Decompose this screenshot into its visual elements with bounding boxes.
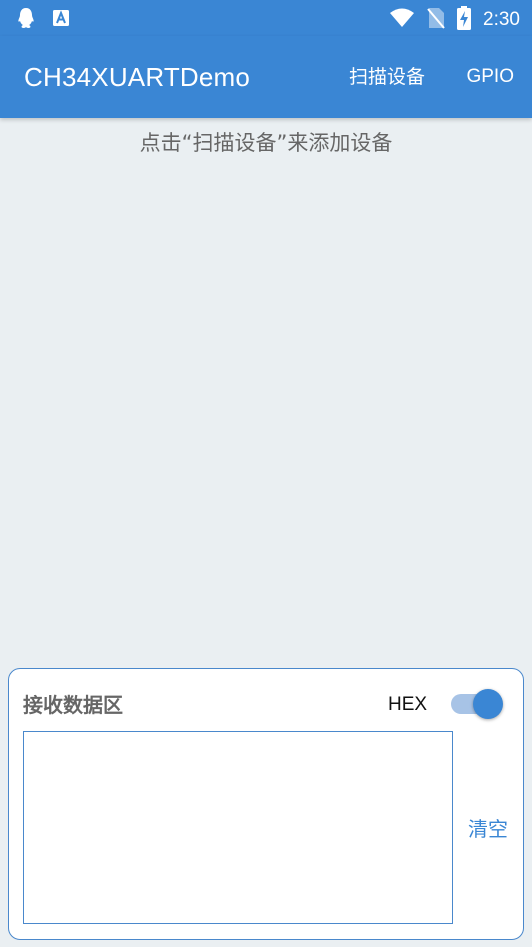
receive-panel-title: 接收数据区 bbox=[23, 693, 123, 717]
receive-data-area[interactable] bbox=[23, 731, 453, 924]
qq-notification-icon bbox=[16, 7, 36, 33]
gpio-button[interactable]: GPIO bbox=[466, 63, 514, 91]
status-bar-time: 2:30 bbox=[483, 9, 520, 30]
receive-panel: 接收数据区 HEX 清空 bbox=[8, 668, 524, 940]
no-sim-icon bbox=[427, 7, 445, 33]
scan-devices-button[interactable]: 扫描设备 bbox=[349, 63, 425, 91]
status-bar-left-icons bbox=[16, 7, 70, 33]
hex-label: HEX bbox=[388, 694, 428, 715]
hex-toggle[interactable] bbox=[451, 689, 505, 719]
text-a-icon bbox=[52, 9, 70, 31]
status-bar-right-icons: 2:30 bbox=[389, 6, 520, 34]
wifi-icon bbox=[389, 8, 415, 32]
battery-charging-icon bbox=[457, 6, 472, 34]
empty-device-hint: 点击“扫描设备”来添加设备 bbox=[139, 131, 393, 155]
app-bar: CH34XUARTDemo 扫描设备 GPIO bbox=[0, 36, 532, 118]
clear-button[interactable]: 清空 bbox=[468, 815, 508, 843]
status-bar: 2:30 bbox=[0, 0, 532, 36]
hex-toggle-thumb bbox=[473, 689, 503, 719]
app-title: CH34XUARTDemo bbox=[24, 62, 251, 92]
